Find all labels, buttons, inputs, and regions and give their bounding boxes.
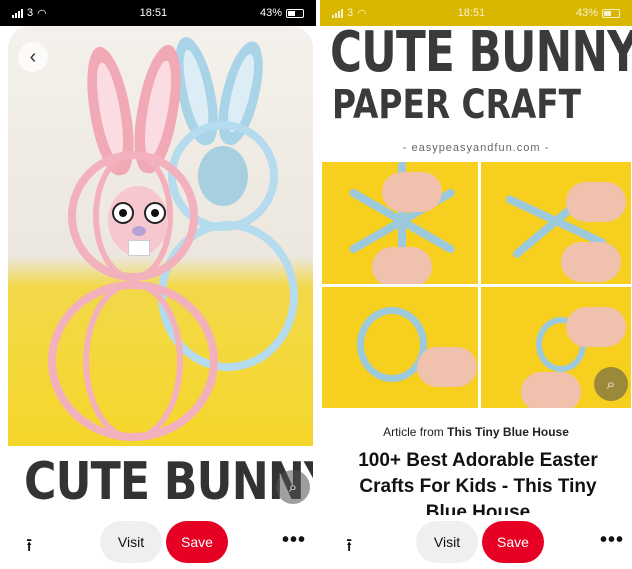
article-prefix: Article from xyxy=(383,425,444,439)
status-time: 18:51 xyxy=(457,7,486,19)
battery-icon xyxy=(285,8,304,18)
left-phone-screen: 3 ◠ 18:51 43% CUTE BUNNY ‹ ⌕ ⭱ Visit Sav… xyxy=(0,0,316,569)
craft-step-photo xyxy=(322,162,478,284)
screenshot-root: 3 ◠ 18:51 43% CUTE BUNNY ‹ ⌕ ⭱ Visit Sav… xyxy=(0,0,632,569)
share-icon[interactable]: ⭱ xyxy=(26,533,32,563)
more-icon[interactable]: ••• xyxy=(282,529,306,552)
article-source-link[interactable]: This Tiny Blue House xyxy=(447,425,569,439)
pin-title-line1: CUTE BUNNY xyxy=(330,20,632,85)
bunny-nose xyxy=(132,226,146,236)
pin-image-title-strip: CUTE BUNNY xyxy=(8,446,313,516)
pink-body-stripe xyxy=(83,281,183,441)
article-source-line[interactable]: Article from This Tiny Blue House xyxy=(320,425,632,439)
share-icon[interactable]: ⭱ xyxy=(346,533,352,563)
battery-percent: 43% xyxy=(575,7,598,19)
visual-search-button[interactable]: ⌕ xyxy=(594,367,628,401)
bunny-eye xyxy=(144,202,166,224)
pin-title-line2: PAPER CRAFT xyxy=(332,82,582,128)
save-button[interactable]: Save xyxy=(166,521,228,563)
bunny-teeth xyxy=(128,240,150,256)
right-phone-screen: 3 ◠ 18:51 43% CUTE BUNNY PAPER CRAFT - e… xyxy=(320,0,632,569)
signal-icon xyxy=(12,8,23,18)
carrier-label: 3 xyxy=(27,7,34,19)
status-bar: 3 ◠ 18:51 43% xyxy=(0,0,316,26)
wifi-icon: ◠ xyxy=(357,7,367,20)
more-icon[interactable]: ••• xyxy=(600,529,624,552)
save-button[interactable]: Save xyxy=(482,521,544,563)
battery-icon xyxy=(601,8,620,18)
action-bar: ⭱ Visit Save ••• xyxy=(0,515,316,569)
bunny-eye xyxy=(112,202,134,224)
action-bar: ⭱ Visit Save ••• xyxy=(320,515,632,569)
visual-search-icon: ⌕ xyxy=(606,375,616,393)
craft-steps-grid xyxy=(322,162,631,408)
craft-step-photo xyxy=(481,162,631,284)
status-bar: 3 ◠ 18:51 43% xyxy=(320,0,632,26)
back-button[interactable]: ‹ xyxy=(18,42,48,72)
back-arrow-icon: ‹ xyxy=(29,45,37,68)
visual-search-button[interactable]: ⌕ xyxy=(276,470,310,504)
signal-icon xyxy=(332,8,343,18)
visual-search-icon: ⌕ xyxy=(288,478,298,496)
visit-button[interactable]: Visit xyxy=(416,521,478,563)
pin-image[interactable]: CUTE BUNNY PAPER CRAFT - easypeasyandfun… xyxy=(320,8,632,408)
wifi-icon: ◠ xyxy=(37,7,47,20)
battery-percent: 43% xyxy=(259,7,282,19)
pin-site-label: - easypeasyandfun.com - xyxy=(402,142,550,154)
image-title-text: CUTE BUNNY xyxy=(24,452,313,512)
status-time: 18:51 xyxy=(139,7,168,19)
visit-button[interactable]: Visit xyxy=(100,521,162,563)
carrier-label: 3 xyxy=(347,7,354,19)
blue-bunny-face xyxy=(198,146,248,206)
craft-step-photo xyxy=(322,287,478,408)
pin-closeup-image[interactable] xyxy=(8,26,313,446)
